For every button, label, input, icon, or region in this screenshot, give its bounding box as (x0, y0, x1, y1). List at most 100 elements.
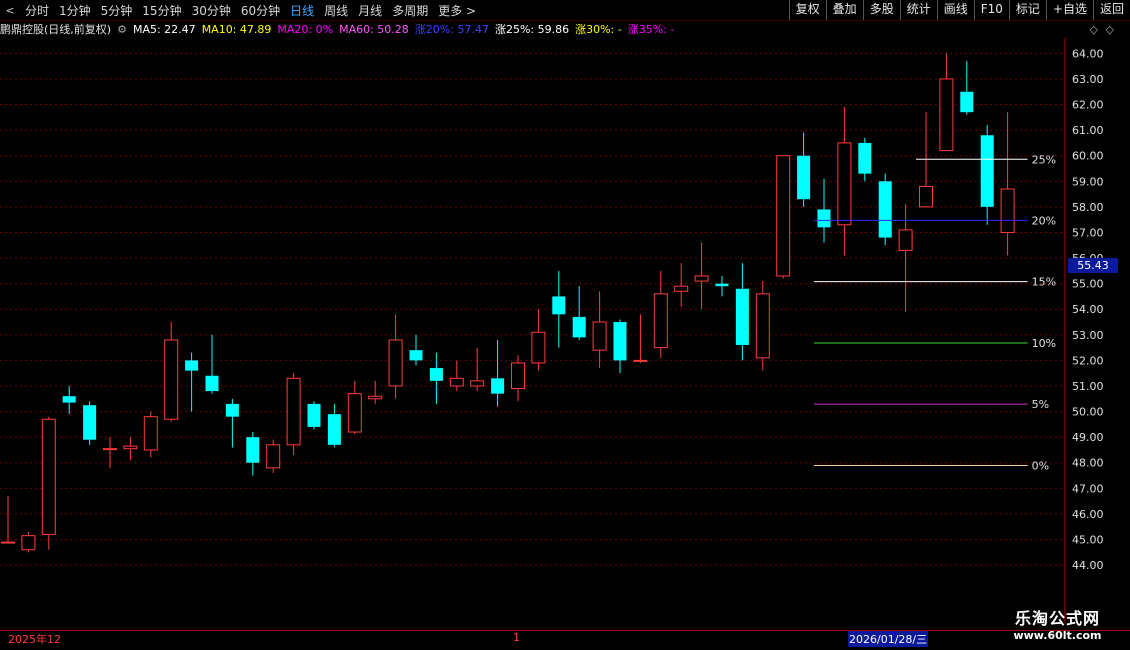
watermark: 乐淘公式网 www.60lt.com (985, 605, 1130, 642)
toolbar-button-3[interactable]: 统计 (899, 0, 937, 20)
y-tick-label: 55.00 (1072, 278, 1104, 291)
candle-body-up (41, 418, 56, 535)
candle-body-up (103, 448, 117, 451)
candle-body-down (878, 181, 892, 238)
candle-body-down (327, 414, 341, 445)
y-tick-label: 59.00 (1072, 175, 1104, 188)
candle-body-up (470, 380, 485, 387)
chart-toolbar: < 分时 1分钟 5分钟 15分钟 30分钟 60分钟 日线 周线 月线 多周期 更多 > 复权 叠加… (0, 0, 1130, 21)
candle-body-down (735, 288, 749, 346)
toolbar-button-8[interactable]: 返回 (1092, 0, 1130, 20)
candle-body-up (694, 275, 709, 282)
y-tick-label: 63.00 (1072, 73, 1104, 86)
current-price-tag: 55.43 (1068, 258, 1118, 273)
tab-4[interactable]: 30分钟 (187, 2, 236, 19)
candle-body-down (817, 209, 831, 228)
candle-body-down (246, 437, 260, 463)
y-tick-label: 52.00 (1072, 354, 1104, 367)
candle-body-up (531, 331, 546, 364)
tab-7[interactable]: 周线 (319, 2, 353, 19)
y-tick-label: 44.00 (1072, 559, 1104, 572)
candle-body-down (715, 283, 729, 287)
tab-3[interactable]: 15分钟 (137, 2, 186, 19)
toolbar-button-4[interactable]: 画线 (936, 0, 974, 20)
diamond-icon-2[interactable]: ◇ (1106, 23, 1114, 36)
y-tick-label: 49.00 (1072, 431, 1104, 444)
date-axis: 2025年12 1 2026/01/28/三 (0, 630, 1130, 647)
tab-8[interactable]: 月线 (353, 2, 387, 19)
rise35-value: 涨35%: - (627, 23, 675, 36)
candle-body-down (491, 378, 505, 394)
candle-body-down (62, 396, 76, 403)
toolbar-button-5[interactable]: F10 (973, 0, 1009, 20)
y-tick-label: 60.00 (1072, 150, 1104, 163)
candle-body-up (266, 444, 281, 469)
candle-body-up (388, 339, 403, 387)
candle-body-up (755, 293, 770, 359)
candle-body-down (225, 403, 239, 417)
candle-body-down (572, 316, 586, 338)
candle-body-down (797, 155, 811, 200)
tab-list: 分时 1分钟 5分钟 15分钟 30分钟 60分钟 日线 周线 月线 多周期 更多 > (20, 2, 481, 19)
rise25-value: 涨25%: 59.86 (494, 23, 570, 36)
candle-body-down (858, 142, 872, 174)
candlestick-chart[interactable]: 64.00 63.00 62.00 61.00 60.00 59.00 58.00 57.00… (0, 38, 1130, 628)
candle-body-down (83, 405, 97, 440)
toolbar-button-6[interactable]: 标记 (1008, 0, 1046, 20)
settings-icon[interactable]: ⚙ (117, 23, 127, 36)
tab-10[interactable]: 更多 > (433, 2, 481, 19)
candle-body-up (653, 293, 668, 349)
candle-body-up (368, 395, 383, 400)
candle-body-up (674, 285, 689, 292)
candle-body-up (898, 229, 913, 251)
candle-body-up (919, 185, 933, 208)
candle-body-down (613, 322, 627, 361)
candle-body-up (21, 535, 36, 551)
diamond-icon[interactable]: ◇ (1090, 23, 1098, 36)
ma60-value: MA60: 50.28 (339, 22, 409, 36)
toolbar-button-1[interactable]: 叠加 (825, 0, 863, 20)
candle-body-up (1000, 188, 1015, 233)
stock-title[interactable]: 鹏鼎控股(日线,前复权) (0, 21, 111, 37)
ma20-value: MA20: 0% (277, 22, 334, 36)
y-tick-label: 57.00 (1072, 226, 1104, 239)
toolbar-right-buttons: 复权 叠加 多股 统计 画线 F10 标记 +自选 返回 (788, 0, 1130, 20)
period-tabs: < 分时 1分钟 5分钟 15分钟 30分钟 60分钟 日线 周线 月线 多周期 更多 > (0, 0, 481, 20)
rise30-value: 涨30%: - (575, 23, 622, 36)
date-label-mid: 1 (513, 631, 520, 644)
candle-body-up (776, 155, 791, 277)
rise20-value: 涨20%: 57.47 (414, 23, 489, 36)
tab-0[interactable]: 分时 (20, 2, 54, 19)
level-label: 25% (1032, 153, 1056, 166)
nav-prev-icon[interactable]: < (0, 1, 20, 19)
tab-5[interactable]: 60分钟 (236, 2, 285, 19)
candle-body-down (429, 368, 443, 381)
tab-9[interactable]: 多周期 (387, 2, 433, 19)
candle-body-down (185, 360, 199, 371)
candle-body-down (205, 375, 219, 392)
candle-body-down (552, 296, 566, 315)
tab-1[interactable]: 1分钟 (54, 2, 96, 19)
y-tick-label: 48.00 (1072, 457, 1104, 470)
candle-body-up (347, 393, 362, 433)
y-tick-label: 51.00 (1072, 380, 1104, 393)
candle-body-up (837, 142, 852, 226)
watermark-name: 乐淘公式网 (1014, 609, 1100, 628)
toolbar-button-0[interactable]: 复权 (788, 0, 826, 20)
tab-6[interactable]: 日线 (285, 2, 319, 19)
candle-body-up (449, 377, 464, 387)
toolbar-button-7[interactable]: +自选 (1045, 0, 1093, 20)
candle-body-up (633, 359, 648, 362)
date-cursor-label: 2026/01/28/三 (848, 631, 929, 647)
candle-body-down (980, 135, 994, 207)
y-tick-label: 62.00 (1072, 99, 1104, 112)
toolbar-button-2[interactable]: 多股 (862, 0, 900, 20)
candle-body-up (123, 445, 138, 450)
tab-2[interactable]: 5分钟 (96, 2, 138, 19)
candle-body-up (1, 541, 15, 544)
y-tick-label: 54.00 (1072, 303, 1104, 316)
y-tick-label: 47.00 (1072, 482, 1104, 495)
y-tick-label: 45.00 (1072, 534, 1104, 547)
candle-body-up (592, 321, 607, 351)
level-label: 5% (1032, 398, 1049, 411)
